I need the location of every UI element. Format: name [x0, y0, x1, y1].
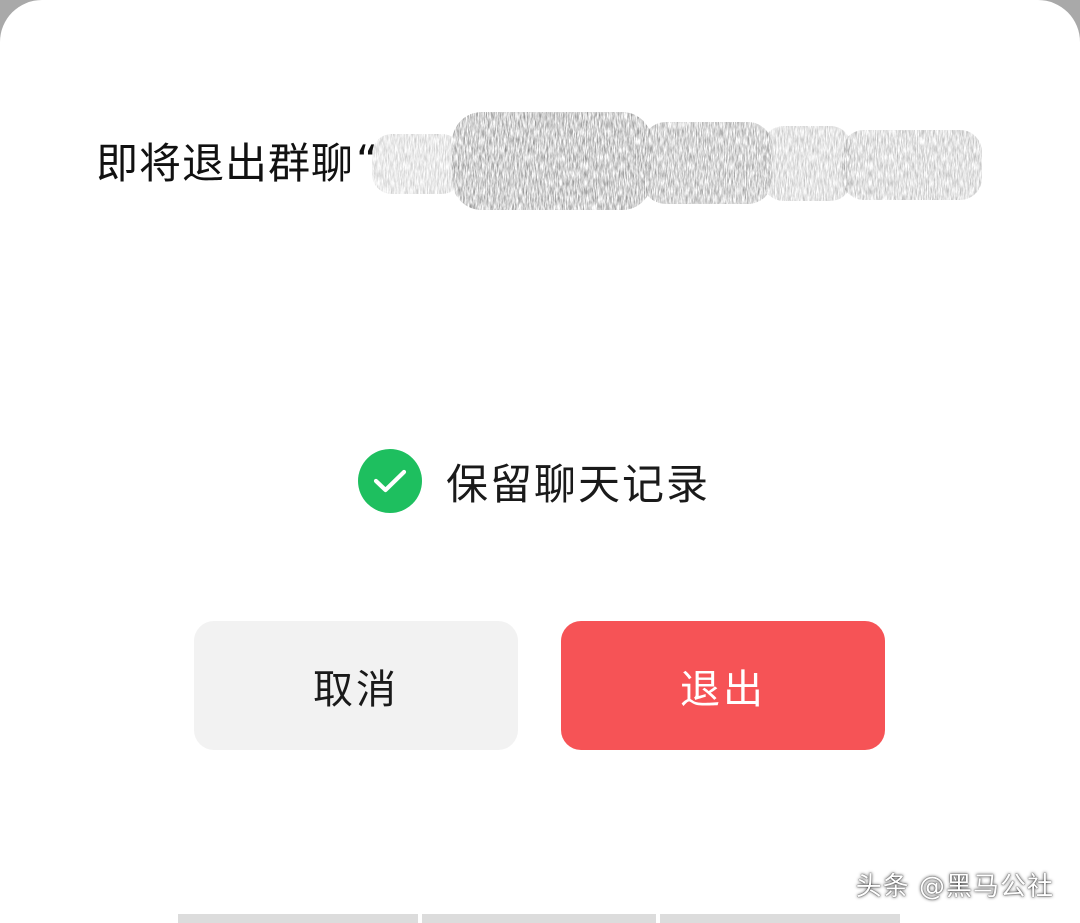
dialog-title: 即将退出群聊 “ [96, 128, 378, 192]
bottom-bar-segment [178, 914, 418, 923]
redacted-group-name [372, 112, 982, 210]
bottom-bar-segment [660, 914, 900, 923]
checkmark-icon [358, 449, 422, 513]
exit-group-dialog: 即将退出群聊 “ 保留聊天记录 取消 退出 头条 @黑马公社 [0, 0, 1080, 923]
exit-button[interactable]: 退出 [561, 621, 885, 750]
cancel-button[interactable]: 取消 [194, 621, 518, 750]
bottom-bar-segment [422, 914, 656, 923]
keep-history-label: 保留聊天记录 [446, 459, 711, 509]
watermark: 头条 @黑马公社 [855, 872, 1054, 902]
dialog-title-text: 即将退出群聊 [96, 138, 355, 188]
keep-history-checkbox[interactable]: 保留聊天记录 [358, 448, 710, 514]
